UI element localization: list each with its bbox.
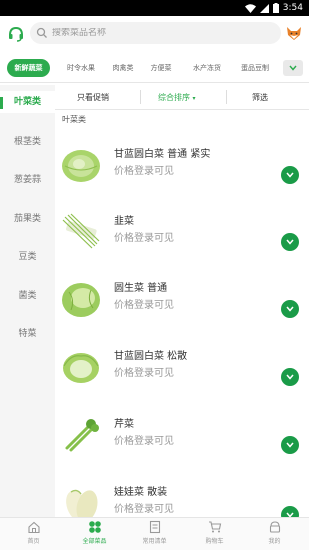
search-icon	[36, 27, 47, 38]
sidebar-item-specialty[interactable]: 特菜	[0, 326, 55, 339]
add-to-cart-button[interactable]	[281, 436, 299, 454]
cart-icon	[208, 521, 221, 533]
sidebar-item-label: 叶菜类	[13, 97, 41, 107]
search-bar[interactable]	[30, 22, 281, 44]
tab-label: 全部菜品	[82, 538, 107, 545]
chevron-down-icon	[286, 239, 294, 245]
product-price: 价格登录可见	[114, 166, 174, 177]
baby-cabbage-image	[66, 489, 98, 517]
sidebar-item-leafy[interactable]: 叶菜类	[0, 91, 55, 113]
category-tab-convenience[interactable]: 方便菜	[145, 59, 177, 77]
chevron-down-icon	[286, 306, 294, 312]
product-price: 价格登录可见	[114, 368, 174, 379]
sort-label: 综合排序	[158, 93, 190, 102]
caret-down-icon: ▾	[192, 95, 196, 102]
promo-only-toggle[interactable]: 只看促销	[77, 92, 109, 103]
filter-button[interactable]: 筛选	[252, 92, 268, 103]
tab-label: 我的	[268, 538, 281, 545]
product-item[interactable]: 圆生菜 普通 价格登录可见	[55, 272, 309, 332]
tab-label: 首页	[27, 538, 40, 545]
filter-bar: 只看促销 综合排序 ▾ 筛选	[55, 85, 309, 109]
product-price: 价格登录可见	[114, 436, 174, 447]
divider	[140, 90, 141, 104]
category-tabs: 新鲜蔬菜 时令水果 肉禽类 方便菜 水产冻货 蛋品豆制	[0, 56, 309, 80]
product-name: 娃娃菜 散装	[114, 487, 168, 498]
subcategory-sidebar: 叶菜类 根茎类 葱姜蒜 茄果类 豆类 菌类 特菜	[0, 85, 55, 517]
home-icon	[27, 521, 40, 534]
section-title: 叶菜类	[62, 115, 86, 124]
tab-profile[interactable]: 我的	[244, 520, 305, 550]
sidebar-item-nightshades[interactable]: 茄果类	[0, 211, 55, 224]
product-item[interactable]: 甘蓝圆白菜 普通 紧实 价格登录可见	[55, 138, 309, 198]
product-name: 甘蓝圆白菜 普通 紧实	[114, 149, 211, 160]
category-tab-seasonal-fruit[interactable]: 时令水果	[60, 59, 102, 77]
tab-all-products[interactable]: 全部菜品	[64, 520, 125, 550]
product-price: 价格登录可见	[114, 300, 174, 311]
active-indicator	[0, 97, 3, 109]
add-to-cart-button[interactable]	[281, 166, 299, 184]
lettuce-image	[62, 283, 100, 317]
product-item[interactable]: 娃娃菜 散装 价格登录可见	[55, 476, 309, 517]
tab-label: 购物车	[205, 538, 224, 545]
wifi-icon	[244, 3, 256, 13]
divider	[55, 109, 309, 110]
status-bar: 3:54	[0, 0, 309, 16]
category-tab-meat-poultry[interactable]: 肉禽类	[107, 59, 139, 77]
category-expand-button[interactable]	[283, 60, 303, 76]
product-name: 韭菜	[114, 216, 134, 227]
tab-label: 常用清单	[142, 538, 167, 545]
customer-service-icon[interactable]	[7, 25, 25, 43]
profile-icon	[269, 521, 280, 533]
status-time: 3:54	[282, 3, 303, 13]
tab-home[interactable]: 首页	[3, 520, 64, 550]
tab-cart[interactable]: 购物车	[184, 520, 245, 550]
chevron-down-icon	[286, 442, 294, 448]
product-item[interactable]: 韭菜 价格登录可见	[55, 205, 309, 265]
category-tab-fresh-vegetables[interactable]: 新鲜蔬菜	[7, 59, 50, 77]
list-icon	[149, 520, 160, 534]
divider	[226, 90, 227, 104]
sidebar-item-aromatics[interactable]: 葱姜蒜	[0, 172, 55, 185]
product-name: 甘蓝圆白菜 松散	[114, 351, 188, 362]
sidebar-item-beans[interactable]: 豆类	[0, 249, 55, 262]
product-price: 价格登录可见	[114, 233, 174, 244]
sidebar-item-roots[interactable]: 根茎类	[0, 134, 55, 147]
add-to-cart-button[interactable]	[281, 233, 299, 251]
product-price: 价格登录可见	[114, 504, 174, 515]
add-to-cart-button[interactable]	[281, 368, 299, 386]
divider	[0, 82, 309, 83]
cabbage-image	[62, 150, 100, 182]
cabbage-loose-image	[63, 353, 99, 383]
sidebar-item-mushrooms[interactable]: 菌类	[0, 288, 55, 301]
product-item[interactable]: 甘蓝圆白菜 松散 价格登录可见	[55, 340, 309, 400]
celery-image	[65, 419, 99, 452]
product-name: 圆生菜 普通	[114, 283, 168, 294]
grid-icon	[88, 521, 101, 533]
battery-icon	[272, 3, 279, 13]
product-name: 芹菜	[114, 419, 134, 430]
add-to-cart-button[interactable]	[281, 506, 299, 517]
top-bar	[0, 16, 309, 52]
chevron-down-icon	[286, 172, 294, 178]
signal-icon	[259, 3, 269, 13]
chives-image	[62, 213, 100, 249]
product-item[interactable]: 芹菜 价格登录可见	[55, 408, 309, 468]
tab-common-list[interactable]: 常用清单	[124, 520, 185, 550]
bottom-tab-bar: 首页 全部菜品 常用清单 购物车 我的	[0, 517, 309, 550]
chevron-down-icon	[286, 374, 294, 380]
category-tab-seafood-frozen[interactable]: 水产冻货	[186, 59, 228, 77]
add-to-cart-button[interactable]	[281, 300, 299, 318]
sort-dropdown[interactable]: 综合排序 ▾	[158, 92, 196, 103]
category-tab-eggs-tofu[interactable]: 蛋品豆制	[234, 59, 276, 77]
search-input[interactable]	[52, 28, 272, 38]
chevron-down-icon	[289, 65, 297, 71]
fox-avatar-icon[interactable]	[285, 24, 303, 42]
